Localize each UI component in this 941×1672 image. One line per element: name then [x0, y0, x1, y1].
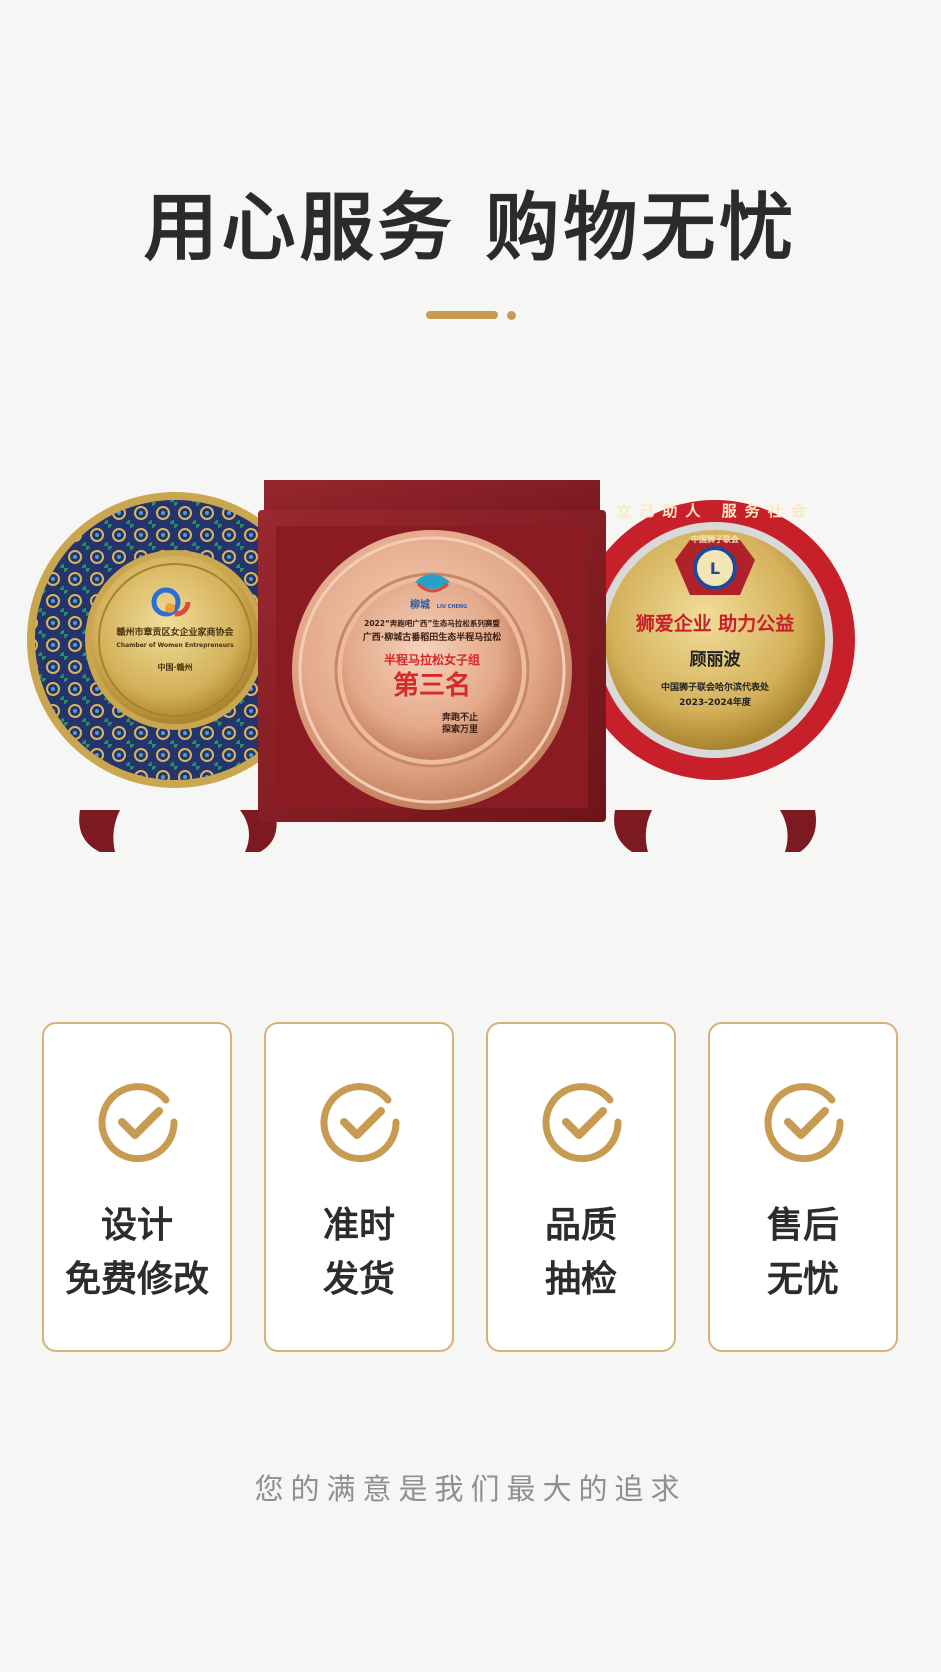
right-plate-ring-text: 立己助人 服务社会 [616, 502, 813, 520]
center-plate-line1: 2022“奔跑吧广西”生态马拉松系列赛暨 [364, 618, 500, 628]
feature-title: 售后 [766, 1205, 839, 1246]
feature-card-delivery: 准时 发货 [264, 1022, 454, 1352]
center-plate-logo-en: LIU CHENG [437, 604, 467, 610]
award-plates-image: 赣州市章贡区女企业家商协会 Chamber of Women Entrepren… [20, 480, 920, 880]
feature-title: 设计 [100, 1205, 173, 1246]
page-headline: 用心服务 购物无忧 [143, 185, 798, 271]
right-plate-org: 中国狮子联会哈尔滨代表处 [661, 681, 770, 693]
checkmark-circle-icon [320, 1083, 400, 1163]
center-plate-line2: 广西·柳城古番稻田生态半程马拉松 [363, 631, 501, 643]
feature-card-after-sales: 售后 无忧 [708, 1022, 898, 1352]
feature-subtitle: 无忧 [766, 1259, 839, 1300]
left-plate-org: 赣州市章贡区女企业家商协会 [116, 626, 234, 638]
checkmark-circle-icon [98, 1083, 178, 1163]
feature-card-quality: 品质 抽检 [486, 1022, 676, 1352]
feature-subtitle: 免费修改 [64, 1259, 209, 1300]
page-tagline: 您的满意是我们最大的追求 [254, 1472, 687, 1506]
right-plate-emblem-top: 中国狮子联会 [691, 534, 739, 544]
left-plate-place: 中国·赣州 [157, 662, 192, 672]
checkmark-circle-icon [764, 1083, 844, 1163]
feature-cards: 设计 免费修改 准时 发货 品质 抽检 售后 无忧 [42, 1022, 900, 1356]
right-plate: L [575, 500, 855, 852]
center-plate-award: 第三名 [393, 670, 471, 701]
feature-title: 品质 [544, 1205, 617, 1246]
divider-dot [507, 311, 516, 320]
center-plate-logo-cn: 柳城 [410, 598, 430, 611]
right-plate-name: 顾丽波 [690, 649, 742, 670]
feature-title: 准时 [322, 1205, 395, 1246]
feature-card-design: 设计 免费修改 [42, 1022, 232, 1352]
center-plate-box [258, 480, 606, 822]
center-plate-slogan2: 探索万里 [442, 723, 478, 735]
svg-text:L: L [710, 559, 720, 578]
feature-subtitle: 抽检 [544, 1259, 617, 1300]
right-plate-slogan: 狮爱企业 助力公益 [636, 612, 795, 635]
center-plate-category: 半程马拉松女子组 [384, 652, 480, 667]
right-plate-year: 2023-2024年度 [679, 696, 752, 708]
center-plate-slogan1: 奔跑不止 [441, 711, 478, 723]
checkmark-circle-icon [542, 1083, 622, 1163]
divider-bar [426, 311, 498, 319]
left-plate-org-en: Chamber of Women Entrepreneurs [116, 642, 234, 649]
feature-subtitle: 发货 [322, 1259, 395, 1300]
